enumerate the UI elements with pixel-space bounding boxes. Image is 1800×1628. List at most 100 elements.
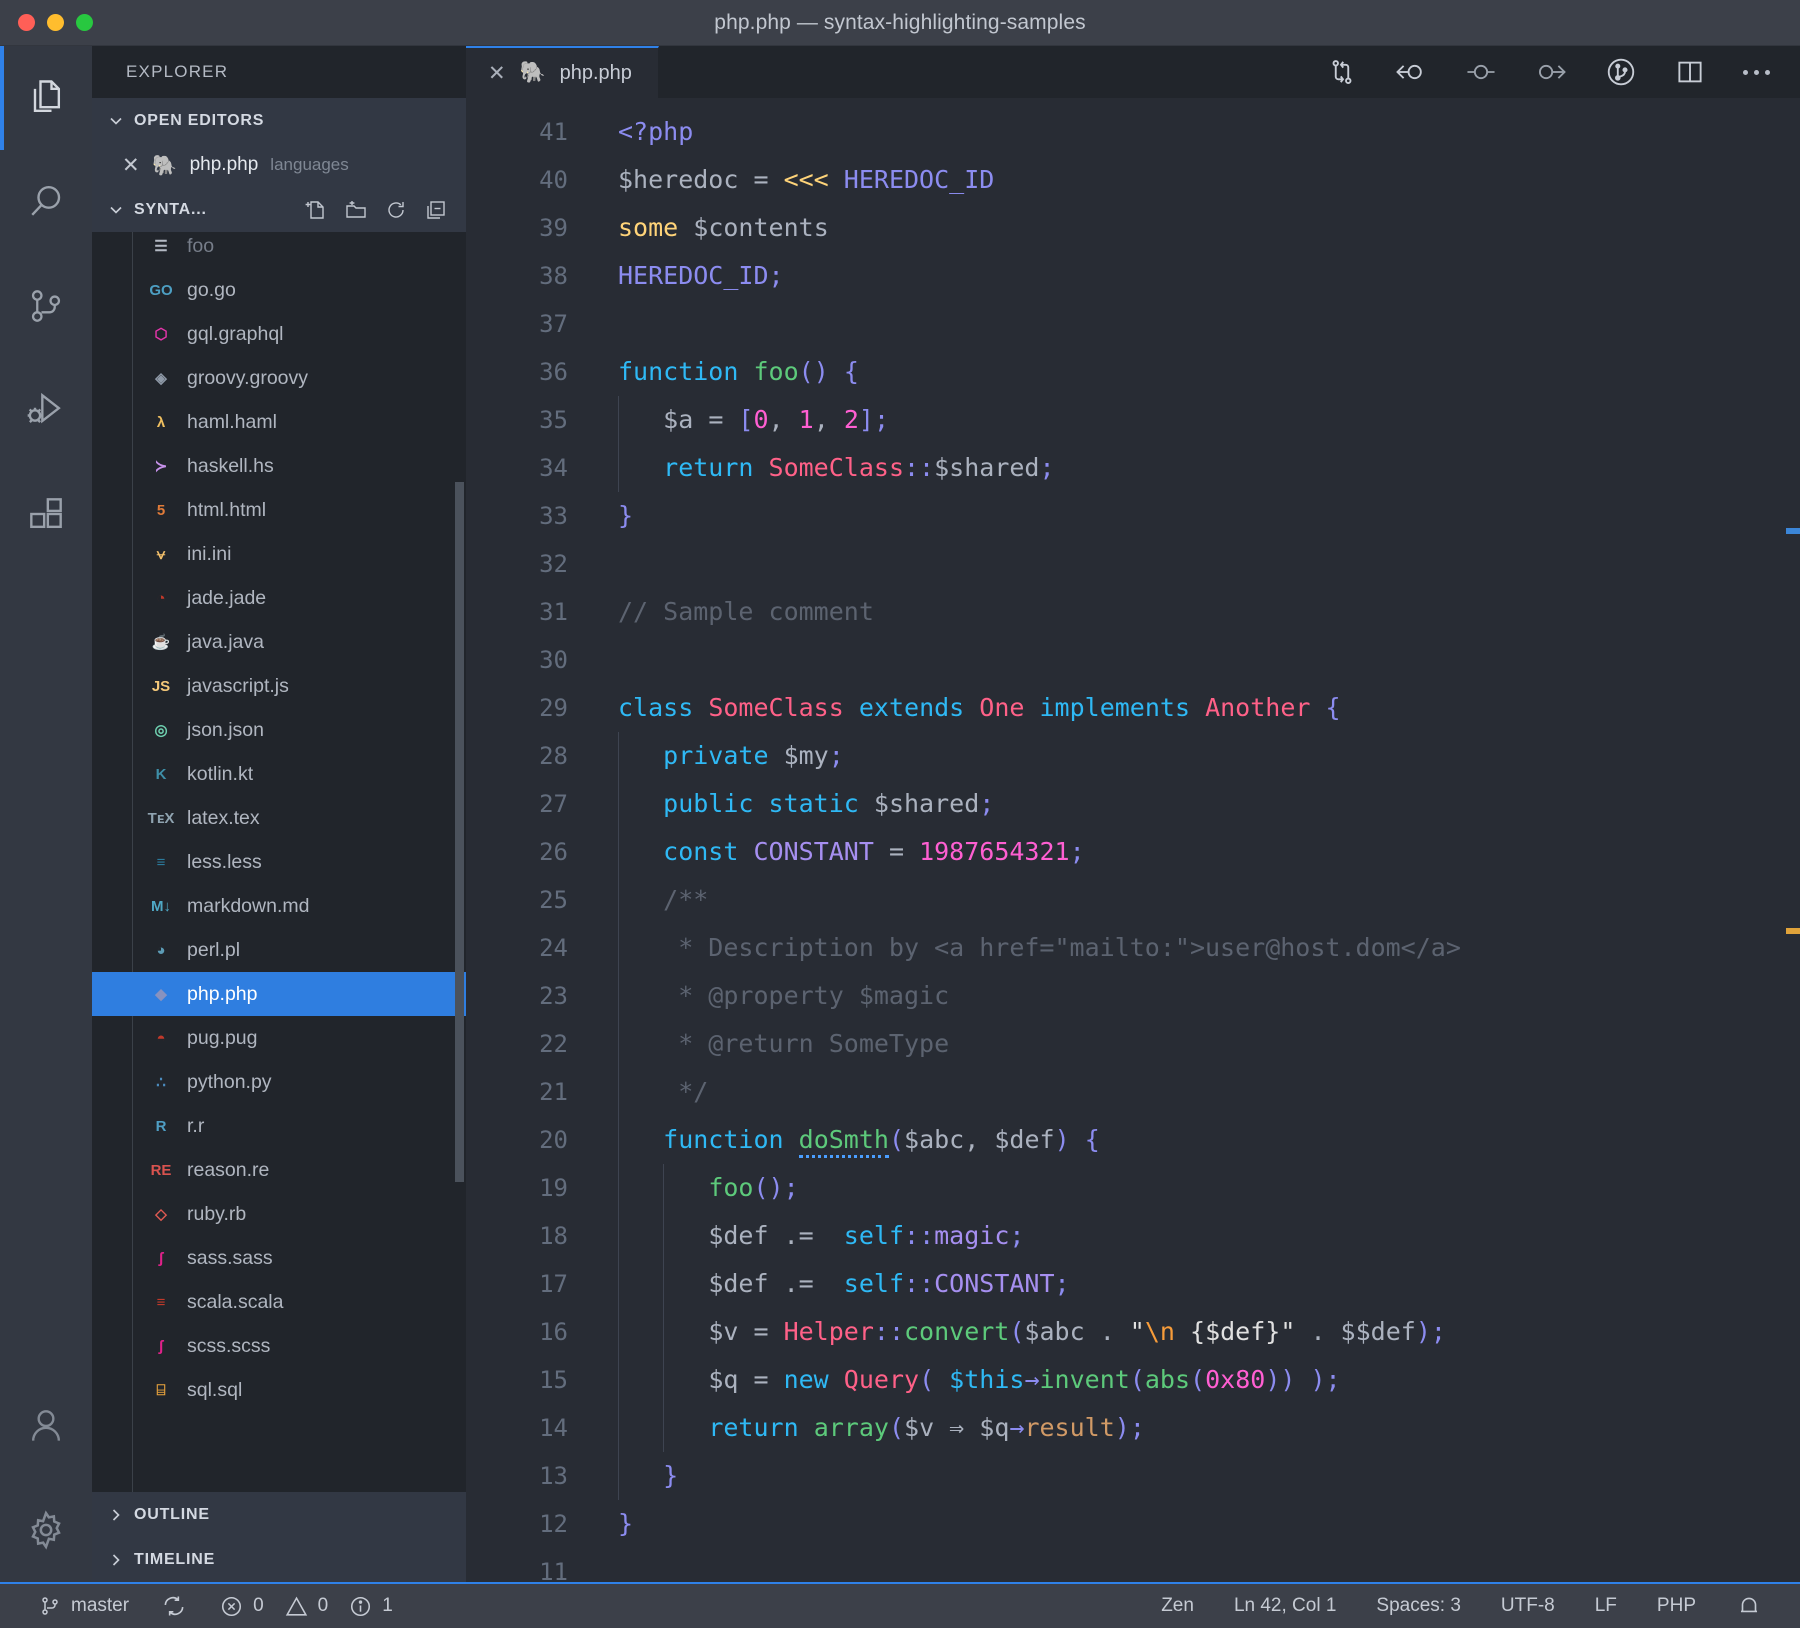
status-branch[interactable]: master <box>22 1583 145 1628</box>
code-line[interactable]: public static $shared; <box>594 780 1800 828</box>
git-compare-icon[interactable] <box>1327 57 1357 87</box>
code-line[interactable]: */ <box>594 1068 1800 1116</box>
code-line[interactable]: HEREDOC_ID; <box>594 252 1800 300</box>
status-sync[interactable] <box>145 1583 203 1628</box>
code-line[interactable] <box>594 540 1800 588</box>
new-file-icon[interactable] <box>304 198 328 222</box>
circle-arrow-right-icon[interactable] <box>1535 57 1567 87</box>
file-tree-item[interactable]: ◔ jade.jade <box>92 576 466 620</box>
file-tree[interactable]: ●elixir.ex⊕erlang.erl☰fooGOgo.go⬡gql.gra… <box>92 232 466 1492</box>
ellipsis-icon[interactable] <box>1743 69 1770 75</box>
code-line[interactable]: function foo() { <box>594 348 1800 396</box>
file-tree-item[interactable]: TᴇX latex.tex <box>92 796 466 840</box>
collapse-all-icon[interactable] <box>424 198 448 222</box>
file-tree-item[interactable]: ≡ less.less <box>92 840 466 884</box>
code-line[interactable]: } <box>594 1500 1800 1548</box>
tab-php-php[interactable]: ✕ 🐘 php.php <box>466 46 659 98</box>
file-tree-item[interactable]: ≻ haskell.hs <box>92 444 466 488</box>
activity-item-accounts[interactable] <box>0 1374 92 1478</box>
code-line[interactable]: $v = Helper::convert($abc . "\n {$def}" … <box>594 1308 1800 1356</box>
file-tree-item[interactable]: RE reason.re <box>92 1148 466 1192</box>
file-tree-item[interactable]: ⌸ sql.sql <box>92 1368 466 1412</box>
code-line[interactable]: return array($v ⇒ $q→result); <box>594 1404 1800 1452</box>
status-cursor-position[interactable]: Ln 42, Col 1 <box>1214 1583 1356 1628</box>
new-folder-icon[interactable] <box>344 198 368 222</box>
file-tree-item[interactable]: JS javascript.js <box>92 664 466 708</box>
status-indentation[interactable]: Spaces: 3 <box>1356 1583 1481 1628</box>
code-editor[interactable]: 41 40 39 38 37 36 35 34 33 32 31 30 29 28 27 26 25 24 23 22… <box>466 98 1800 1582</box>
split-editor-icon[interactable] <box>1675 57 1705 87</box>
code-line[interactable]: * Description by <a href="mailto:">user@… <box>594 924 1800 972</box>
file-tree-item[interactable]: ≡ scala.scala <box>92 1280 466 1324</box>
refresh-icon[interactable] <box>384 198 408 222</box>
status-errors[interactable]: 0 <box>203 1583 280 1628</box>
file-tree-item[interactable]: 5 html.html <box>92 488 466 532</box>
file-tree-item[interactable]: ☕ java.java <box>92 620 466 664</box>
status-notifications[interactable] <box>1716 1583 1782 1628</box>
section-timeline[interactable]: TIMELINE <box>92 1537 466 1582</box>
code-line[interactable]: class SomeClass extends One implements A… <box>594 684 1800 732</box>
activity-item-run-and-debug[interactable] <box>0 358 92 462</box>
code-line[interactable] <box>594 300 1800 348</box>
section-open-editors[interactable]: OPEN EDITORS <box>92 98 466 143</box>
code-line[interactable]: } <box>594 1452 1800 1500</box>
sidebar-scrollbar[interactable] <box>455 482 464 1182</box>
close-icon[interactable]: ✕ <box>122 153 140 178</box>
activity-item-extensions[interactable] <box>0 462 92 566</box>
status-eol[interactable]: LF <box>1575 1583 1637 1628</box>
file-tree-item[interactable]: ◇ ruby.rb <box>92 1192 466 1236</box>
status-warnings[interactable]: 0 <box>280 1583 345 1628</box>
minimize-window-button[interactable] <box>47 14 64 31</box>
activity-item-search[interactable] <box>0 150 92 254</box>
activity-item-explorer[interactable] <box>0 46 92 150</box>
file-tree-item[interactable]: ∴ python.py <box>92 1060 466 1104</box>
file-tree-item[interactable]: Kkotlin.kt <box>92 752 466 796</box>
dash-circle-dash-icon[interactable] <box>1465 57 1497 87</box>
code-line[interactable]: } <box>594 492 1800 540</box>
arrow-left-circle-icon[interactable] <box>1395 57 1427 87</box>
status-zen-mode[interactable]: Zen <box>1141 1583 1214 1628</box>
code-line[interactable] <box>594 636 1800 684</box>
code-line[interactable]: $def .= self::magic; <box>594 1212 1800 1260</box>
file-tree-item[interactable]: ⩝ ini.ini <box>92 532 466 576</box>
code-line[interactable]: function doSmth($abc, $def) { <box>594 1116 1800 1164</box>
code-line[interactable]: $a = [0, 1, 2]; <box>594 396 1800 444</box>
file-tree-item[interactable]: ☰ foo <box>92 232 466 268</box>
code-line[interactable]: some $contents <box>594 204 1800 252</box>
zoom-window-button[interactable] <box>76 14 93 31</box>
file-tree-item[interactable]: Rr.r <box>92 1104 466 1148</box>
file-tree-item[interactable]: λ haml.haml <box>92 400 466 444</box>
file-tree-item[interactable]: GO go.go <box>92 268 466 312</box>
code-line[interactable]: // Sample comment <box>594 588 1800 636</box>
close-icon[interactable]: ✕ <box>488 63 506 84</box>
section-outline[interactable]: OUTLINE <box>92 1492 466 1537</box>
code-line[interactable]: * @property $magic <box>594 972 1800 1020</box>
git-branch-circle-icon[interactable] <box>1605 56 1637 88</box>
file-tree-item[interactable]: ⬡ gql.graphql <box>92 312 466 356</box>
code-line[interactable]: <?php <box>594 108 1800 156</box>
section-folder[interactable]: SYNTA... <box>92 187 466 232</box>
code-line[interactable]: * @return SomeType <box>594 1020 1800 1068</box>
code-line[interactable]: $heredoc = <<< HEREDOC_ID <box>594 156 1800 204</box>
file-tree-item[interactable]: ◆ php.php <box>92 972 466 1016</box>
code-line[interactable]: const CONSTANT = 1987654321; <box>594 828 1800 876</box>
code-line[interactable]: $def .= self::CONSTANT; <box>594 1260 1800 1308</box>
activity-item-source-control[interactable] <box>0 254 92 358</box>
activity-item-manage[interactable] <box>0 1478 92 1582</box>
code-line[interactable]: foo(); <box>594 1164 1800 1212</box>
file-tree-item[interactable]: ʃ scss.scss <box>92 1324 466 1368</box>
close-window-button[interactable] <box>18 14 35 31</box>
code-line[interactable]: private $my; <box>594 732 1800 780</box>
status-infos[interactable]: 1 <box>344 1583 409 1628</box>
file-tree-item[interactable]: ◕ perl.pl <box>92 928 466 972</box>
file-tree-item[interactable]: ʃ sass.sass <box>92 1236 466 1280</box>
open-editor-item-php[interactable]: ✕ 🐘 php.php languages <box>92 143 466 187</box>
file-tree-item[interactable]: ◓ pug.pug <box>92 1016 466 1060</box>
status-language-mode[interactable]: PHP <box>1637 1583 1716 1628</box>
code-line[interactable]: /** <box>594 876 1800 924</box>
overview-ruler[interactable] <box>1786 98 1800 1582</box>
file-tree-item[interactable]: M↓ markdown.md <box>92 884 466 928</box>
code-line[interactable]: $q = new Query( $this→invent(abs(0x80)) … <box>594 1356 1800 1404</box>
file-tree-item[interactable]: ◈ groovy.groovy <box>92 356 466 400</box>
code-line[interactable]: return SomeClass::$shared; <box>594 444 1800 492</box>
